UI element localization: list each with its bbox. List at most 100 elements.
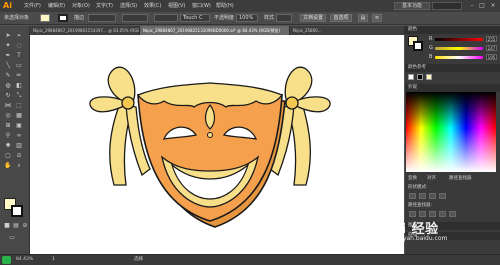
- menu-edit[interactable]: 编辑(E): [48, 3, 65, 9]
- right-bow-knot: [285, 96, 299, 110]
- black-swatch[interactable]: [417, 74, 423, 80]
- style-dropdown[interactable]: [276, 14, 292, 22]
- page-number[interactable]: 1: [52, 257, 55, 263]
- tab-document-1[interactable]: Nipic_29884867_20190801154397... @ 83.05…: [30, 26, 140, 35]
- menu-type[interactable]: 文字(T): [96, 3, 113, 9]
- search-input[interactable]: [432, 2, 462, 10]
- menu-select[interactable]: 选择(S): [120, 3, 137, 9]
- preferences-button[interactable]: 首选项: [330, 14, 352, 22]
- line-tool-icon[interactable]: ╲: [4, 62, 12, 70]
- r-slider[interactable]: [435, 38, 483, 41]
- pencil-tool-icon[interactable]: ✏: [15, 72, 23, 80]
- b-label: B: [429, 54, 433, 60]
- menu-effect[interactable]: 效果(C): [144, 3, 161, 9]
- align-tab[interactable]: 对齐: [427, 176, 436, 182]
- rectangle-tool-icon[interactable]: ▭: [15, 62, 23, 70]
- symbol-sprayer-tool-icon[interactable]: ✺: [4, 142, 12, 150]
- appearance-header[interactable]: 外观: [405, 84, 500, 92]
- document-setup-button[interactable]: 文档设置: [300, 14, 326, 22]
- menu-object[interactable]: 对象(O): [72, 3, 90, 9]
- arrange-icon[interactable]: ▤: [358, 14, 368, 22]
- rotate-tool-icon[interactable]: ↻: [4, 92, 12, 100]
- divide-icon[interactable]: [409, 211, 416, 217]
- width-tool-icon[interactable]: ⋈: [4, 102, 12, 110]
- maximize-icon[interactable]: □: [478, 2, 486, 10]
- artboard-tool-icon[interactable]: ▢: [4, 152, 12, 160]
- paintbrush-tool-icon[interactable]: ✎: [4, 72, 12, 80]
- gradient-mode-icon[interactable]: ▤: [12, 222, 20, 230]
- app-logo: Ai: [3, 1, 12, 10]
- stroke-weight-dropdown[interactable]: [88, 14, 116, 22]
- lasso-tool-icon[interactable]: ◌: [15, 42, 23, 50]
- eraser-tool-icon[interactable]: ◧: [15, 82, 23, 90]
- gradient-tool-icon[interactable]: ▣: [15, 122, 23, 130]
- color-spectrum[interactable]: [406, 92, 496, 172]
- control-bar: 未选择对象 描边 Touch C 不透明度 100% 样式 文档设置 首选项 ▤…: [0, 12, 500, 25]
- free-transform-tool-icon[interactable]: ⬚: [15, 102, 23, 110]
- slice-tool-icon[interactable]: ⧄: [15, 152, 23, 160]
- minus-front-icon[interactable]: [419, 193, 426, 199]
- variable-width-dropdown[interactable]: [122, 14, 148, 22]
- exclude-icon[interactable]: [439, 193, 446, 199]
- app-badge-icon: [2, 256, 11, 264]
- perspective-grid-tool-icon[interactable]: ▦: [15, 112, 23, 120]
- eyedropper-tool-icon[interactable]: ⚲: [4, 132, 12, 140]
- type-tool-icon[interactable]: T: [15, 52, 23, 60]
- crop-icon[interactable]: [439, 211, 446, 217]
- opacity-label: 不透明度: [214, 15, 235, 21]
- fill-swatch[interactable]: [40, 14, 50, 22]
- menu-icon[interactable]: ≡: [372, 14, 382, 22]
- transform-tab[interactable]: 变换: [408, 176, 417, 182]
- menu-window[interactable]: 窗口(W): [192, 3, 211, 9]
- zoom-tool-icon[interactable]: ⌕: [15, 162, 23, 170]
- style-label: 样式: [264, 15, 275, 21]
- trim-icon[interactable]: [419, 211, 426, 217]
- hand-tool-icon[interactable]: ✋: [4, 162, 12, 170]
- minimize-icon[interactable]: –: [468, 2, 476, 10]
- close-icon[interactable]: ×: [489, 2, 497, 10]
- b-slider[interactable]: [435, 56, 483, 59]
- opacity-field[interactable]: 100%: [236, 14, 258, 22]
- direct-selection-tool-icon[interactable]: ➢: [15, 32, 23, 40]
- r-value[interactable]: 255: [486, 36, 497, 42]
- color-mode-icon[interactable]: ■: [3, 222, 11, 230]
- magic-wand-tool-icon[interactable]: ✦: [4, 42, 12, 50]
- graph-tool-icon[interactable]: ▥: [15, 142, 23, 150]
- workspace-switcher[interactable]: 基本功能: [394, 2, 430, 10]
- blob-brush-tool-icon[interactable]: ◍: [4, 82, 12, 90]
- pen-tool-icon[interactable]: ✒: [4, 52, 12, 60]
- outline-icon[interactable]: [449, 211, 456, 217]
- pathfinders-label: 路径查找器:: [408, 203, 433, 208]
- blend-tool-icon[interactable]: ∞: [15, 132, 23, 140]
- mesh-tool-icon[interactable]: ⊞: [4, 122, 12, 130]
- zoom-level[interactable]: 84.43%: [16, 257, 33, 263]
- merge-icon[interactable]: [429, 211, 436, 217]
- b-value[interactable]: 195: [486, 54, 497, 60]
- current-tool: 选择: [134, 257, 143, 262]
- menu-file[interactable]: 文件(F): [24, 3, 41, 9]
- selection-tool-icon[interactable]: ➤: [4, 32, 12, 40]
- color-panel-stroke-swatch[interactable]: [413, 41, 423, 51]
- g-slider[interactable]: [435, 47, 483, 50]
- screen-mode-icon[interactable]: ▭: [8, 234, 16, 242]
- pathfinder-tab[interactable]: 路径查找器: [449, 176, 472, 182]
- color-panel-header[interactable]: 颜色: [405, 26, 500, 34]
- tab-document-3[interactable]: Nipic_25860...: [290, 26, 405, 35]
- brush-dropdown[interactable]: [154, 14, 178, 22]
- scale-tool-icon[interactable]: ⤡: [15, 92, 23, 100]
- menu-view[interactable]: 视图(V): [168, 3, 185, 9]
- brush-style-dropdown[interactable]: Touch C: [180, 14, 210, 22]
- menu-help[interactable]: 帮助(H): [216, 3, 234, 9]
- none-mode-icon[interactable]: ⊘: [21, 222, 29, 230]
- artboard-canvas[interactable]: [30, 35, 404, 254]
- tab-document-2[interactable]: Nipic_29884867_20190825131096BD0000.ai* …: [140, 26, 290, 35]
- stroke-color-swatch[interactable]: [11, 205, 23, 217]
- shape-builder-tool-icon[interactable]: ◎: [4, 112, 12, 120]
- recent-swatch[interactable]: [426, 74, 432, 80]
- white-swatch[interactable]: [408, 74, 414, 80]
- intersect-icon[interactable]: [429, 193, 436, 199]
- color-guide-header[interactable]: 颜色参考: [405, 64, 500, 72]
- unite-icon[interactable]: [409, 193, 416, 199]
- g-value[interactable]: 247: [486, 45, 497, 51]
- stroke-swatch[interactable]: [58, 14, 68, 22]
